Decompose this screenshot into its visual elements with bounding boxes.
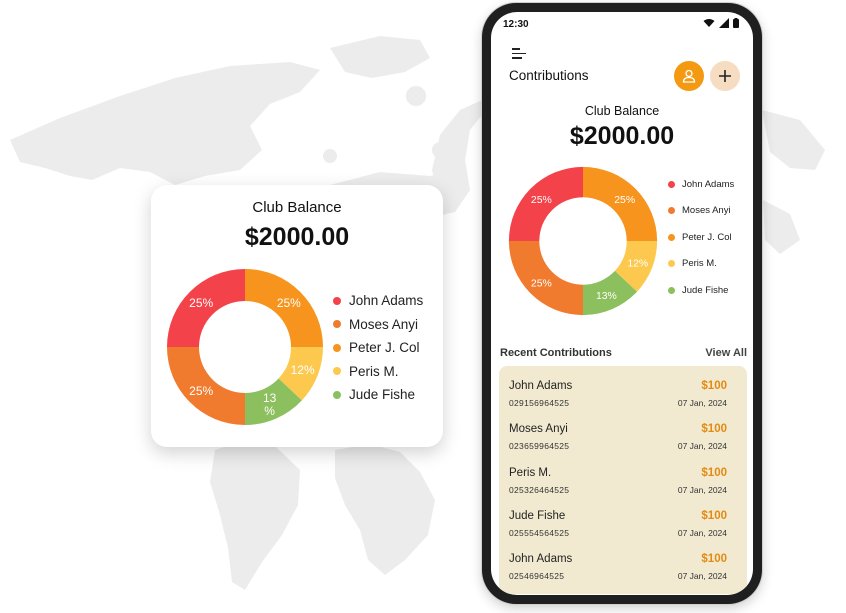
- donut-label: 25%: [189, 384, 213, 398]
- phone-frame: 12:30 Contributions Club Balance $2000.0…: [482, 3, 762, 604]
- legend-swatch: [333, 367, 341, 376]
- balance-amount: $2000.00: [569, 122, 675, 150]
- contributor-phone: 025554564525: [509, 527, 570, 538]
- legend-item: Jude Fishe: [668, 277, 734, 304]
- phone-chart-legend: John Adams Moses Anyi Peter J. Col Peris M.…: [668, 171, 734, 304]
- contributor-name: John Adams: [509, 380, 573, 392]
- donut-label: 12%: [291, 363, 315, 377]
- contributor-phone: 02546964525: [509, 571, 565, 582]
- status-icons: [703, 18, 739, 28]
- legend-item: Moses Anyi: [668, 198, 734, 225]
- legend-label: John Adams: [682, 178, 735, 190]
- signal-icon: [719, 18, 729, 28]
- status-time: 12:30: [503, 19, 529, 30]
- user-icon: [682, 69, 696, 83]
- legend-label: Jude Fishe: [349, 387, 416, 403]
- contributor-name: John Adams: [509, 553, 573, 566]
- legend-swatch: [333, 296, 341, 305]
- contribution-row[interactable]: Jude Fishe 025554564525 $100 07 Jan, 2024: [509, 510, 737, 540]
- legend-swatch: [668, 207, 675, 215]
- contributor-name: Jude Fishe: [509, 509, 566, 522]
- legend-item: John Adams: [333, 289, 423, 313]
- add-contribution-button[interactable]: [710, 61, 740, 91]
- contribution-date: 07 Jan, 2024: [677, 441, 727, 452]
- phone-screen: 12:30 Contributions Club Balance $2000.0…: [491, 12, 753, 595]
- recent-contributions-list: John Adams 029156964525 $100 07 Jan, 2024 Mo…: [499, 366, 747, 594]
- contributor-phone: 025326464525: [509, 484, 570, 495]
- legend-item: Jude Fishe: [333, 383, 423, 407]
- view-all-link[interactable]: View All: [705, 347, 747, 359]
- legend-swatch: [668, 286, 675, 294]
- balance-title: Club Balance: [584, 104, 660, 118]
- legend-label: Peris M.: [682, 258, 717, 270]
- wifi-icon: [703, 19, 715, 27]
- legend-swatch: [668, 180, 675, 188]
- contribution-row[interactable]: Peris M. 025326464525 $100 07 Jan, 2024: [509, 467, 737, 497]
- legend-swatch: [333, 320, 341, 329]
- card-balance-amount: $2000.00: [244, 223, 350, 251]
- contribution-amount: $100: [701, 553, 727, 566]
- legend-swatch: [333, 343, 341, 352]
- legend-label: Moses Anyi: [349, 316, 419, 332]
- recent-contributions-title: Recent Contributions: [500, 347, 612, 359]
- contribution-row[interactable]: John Adams 029156964525 $100 07 Jan, 2024: [509, 380, 737, 410]
- contribution-amount: $100: [701, 380, 727, 392]
- card-chart-legend: John Adams Moses Anyi Peter J. Col Peris M.…: [333, 289, 423, 407]
- legend-item: Peter J. Col: [668, 224, 734, 251]
- donut-label: 25%: [189, 296, 213, 310]
- phone-donut-chart: 25% 12% 13% 25% 25%: [508, 166, 658, 316]
- legend-item: Peris M.: [668, 251, 734, 278]
- legend-swatch: [668, 260, 675, 268]
- legend-item: Peris M.: [333, 360, 423, 384]
- battery-icon: [733, 18, 739, 28]
- club-balance-card: Club Balance $2000.00 25% 12% 13% 25% 25% Jo…: [151, 185, 443, 447]
- legend-label: John Adams: [349, 293, 424, 309]
- contribution-date: 07 Jan, 2024: [677, 527, 727, 538]
- contributor-name: Moses Anyi: [509, 423, 568, 436]
- donut-label: 25%: [277, 296, 301, 310]
- recent-contributions-header: Recent Contributions View All: [500, 347, 747, 359]
- contribution-amount: $100: [701, 423, 727, 436]
- legend-label: Jude Fishe: [682, 284, 729, 296]
- card-donut-chart: 25% 12% 13 % 25% 25%: [167, 269, 323, 425]
- menu-icon[interactable]: [512, 48, 526, 60]
- legend-label: Moses Anyi: [682, 205, 731, 217]
- donut-label: 25%: [531, 278, 552, 289]
- contribution-amount: $100: [701, 466, 727, 479]
- donut-label: 25%: [531, 195, 552, 206]
- contributor-phone: 029156964525: [509, 398, 570, 408]
- donut-label: 13%: [596, 291, 617, 302]
- page-title: Contributions: [509, 68, 589, 83]
- legend-label: Peris M.: [349, 363, 399, 379]
- plus-icon: [719, 70, 731, 82]
- contribution-row[interactable]: Moses Anyi 023659964525 $100 07 Jan, 2024: [509, 423, 737, 453]
- donut-label: 13%: [263, 391, 277, 418]
- profile-button[interactable]: [674, 61, 704, 91]
- legend-swatch: [333, 390, 341, 399]
- contributor-phone: 023659964525: [509, 441, 570, 452]
- contribution-row[interactable]: John Adams 02546964525 $100 07 Jan, 2024: [509, 553, 737, 583]
- contributor-name: Peris M.: [509, 466, 552, 479]
- contribution-amount: $100: [701, 509, 727, 522]
- legend-item: Peter J. Col: [333, 336, 423, 360]
- legend-label: Peter J. Col: [682, 231, 732, 243]
- contribution-date: 07 Jan, 2024: [677, 484, 727, 495]
- card-title: Club Balance: [252, 199, 342, 216]
- legend-label: Peter J. Col: [349, 340, 420, 356]
- donut-label: 25%: [614, 195, 635, 206]
- contribution-date: 07 Jan, 2024: [677, 398, 727, 408]
- contribution-date: 07 Jan, 2024: [677, 571, 727, 582]
- legend-item: Moses Anyi: [333, 313, 423, 337]
- legend-swatch: [668, 233, 675, 241]
- legend-item: John Adams: [668, 171, 734, 198]
- donut-label: 12%: [627, 258, 648, 269]
